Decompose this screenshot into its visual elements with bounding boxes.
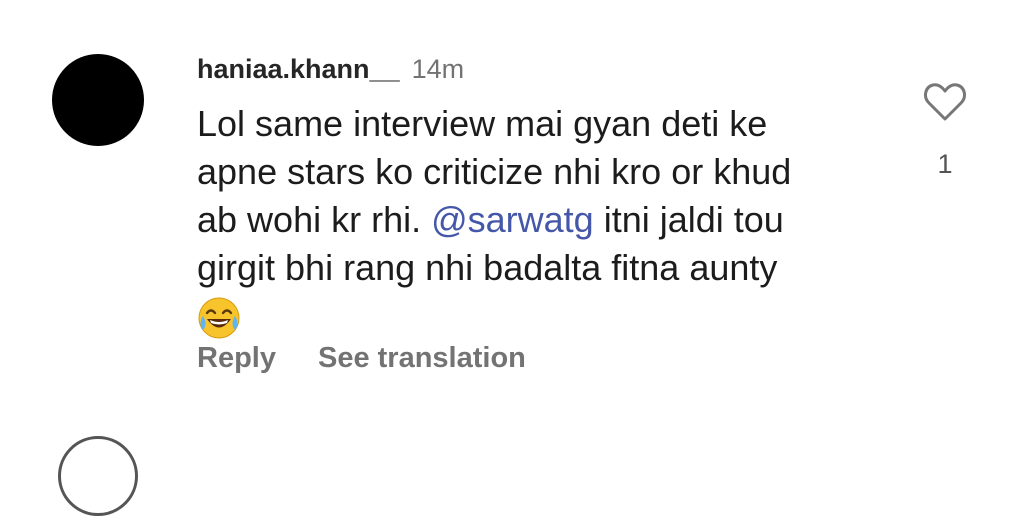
username-link[interactable]: haniaa.khann__ <box>197 54 400 84</box>
like-count: 1 <box>937 149 953 179</box>
see-translation-button[interactable]: See translation <box>318 342 526 374</box>
comment-actions: Reply See translation <box>197 338 526 378</box>
heart-outline-icon[interactable] <box>923 83 967 126</box>
comment-body: Lol same interview mai gyan deti ke apne… <box>197 100 857 352</box>
comment-line: girgit bhi rang nhi badalta fitna aunty <box>197 247 778 288</box>
comment-line-text: itni jaldi tou <box>593 199 784 240</box>
comment-line-text: ab wohi kr rhi. <box>197 199 432 240</box>
comment-header: haniaa.khann__ 14m <box>197 52 464 86</box>
comment-line: ab wohi kr rhi. @sarwatg itni jaldi tou <box>197 196 857 244</box>
next-comment-avatar[interactable] <box>58 436 138 516</box>
timestamp: 14m <box>411 54 465 84</box>
like-column: 1 <box>922 82 968 179</box>
reply-button[interactable]: Reply <box>197 342 276 374</box>
comment-line: apne stars ko criticize nhi kro or khud <box>197 151 792 192</box>
mention-link[interactable]: @sarwatg <box>431 199 594 240</box>
avatar[interactable] <box>52 54 144 146</box>
comment-line: Lol same interview mai gyan deti ke <box>197 103 768 144</box>
comment-item: haniaa.khann__ 14m Lol same interview mai… <box>0 0 1024 516</box>
